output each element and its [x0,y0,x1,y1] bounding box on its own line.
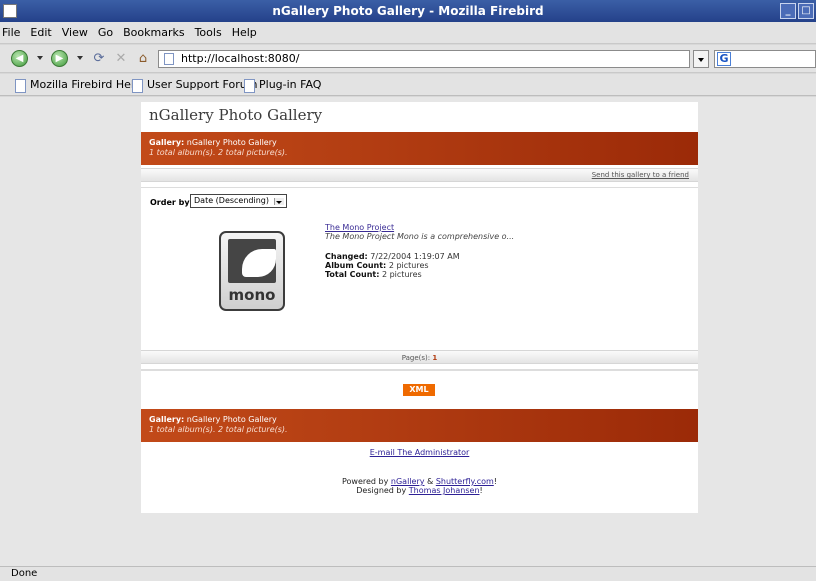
order-by-label: Order by: [150,198,193,207]
gallery-page: nGallery Photo Gallery Gallery: nGallery… [141,102,698,513]
maximize-icon[interactable]: □ [798,3,814,19]
menu-bookmarks[interactable]: Bookmarks [118,22,189,44]
total-count: Total Count: 2 pictures [325,270,422,279]
gallery-summary: 1 total album(s). 2 total picture(s). [149,148,288,157]
powered-suffix: ! [493,477,497,486]
album-count-value: 2 pictures [388,261,429,270]
divider [141,369,698,371]
pages-label: Page(s): [401,354,431,362]
album-title-link[interactable]: The Mono Project [325,223,394,232]
site-title: nGallery Photo Gallery [149,106,323,124]
google-search-icon: G [717,52,731,66]
menu-view[interactable]: View [57,22,93,44]
footer-gallery-summary: 1 total album(s). 2 total picture(s). [149,425,288,434]
send-stripe: Send this gallery to a friend [141,168,698,182]
powered-by: Powered by nGallery & Shutterfly.com! [141,477,698,486]
gallery-label: Gallery: [149,138,185,147]
menu-tools[interactable]: Tools [190,22,227,44]
menu-file[interactable]: File [0,22,25,44]
back-dropdown-icon[interactable] [37,56,43,60]
window-menu-icon[interactable] [3,4,17,18]
home-icon[interactable]: ⌂ [134,50,152,68]
bookmark-firebird-help[interactable]: Mozilla Firebird Help [14,77,141,93]
menu-edit[interactable]: Edit [25,22,56,44]
pagination-stripe: Page(s): 1 [141,350,698,364]
email-administrator-link[interactable]: E-mail The Administrator [141,448,698,457]
send-to-friend-link[interactable]: Send this gallery to a friend [592,169,689,182]
stop-icon[interactable]: ✕ [112,50,130,68]
minimize-icon[interactable]: _ [780,3,796,19]
window-title: nGallery Photo Gallery - Mozilla Firebir… [272,4,544,18]
gallery-footer-band: Gallery: nGallery Photo Gallery 1 total … [141,409,698,442]
bookmark-plugin-faq[interactable]: Plug-in FAQ [243,77,321,93]
address-dropdown-icon[interactable] [693,50,709,68]
album-thumbnail[interactable]: mono [219,231,285,311]
address-text: http://localhost:8080/ [181,52,300,65]
xml-feed-button[interactable]: XML [403,384,435,396]
page-icon [164,53,174,65]
changed-label: Changed: [325,252,368,261]
order-by-select[interactable]: Date (Descending) [190,194,287,208]
pagination: Page(s): 1 [141,352,698,365]
navigation-toolbar: ◀ ▶ ⟳ ✕ ⌂ http://localhost:8080/ G [0,45,816,73]
album-changed: Changed: 7/22/2004 1:19:07 AM [325,252,460,261]
address-input[interactable]: http://localhost:8080/ [158,50,690,68]
album-count: Album Count: 2 pictures [325,261,429,270]
bookmark-user-support-forum[interactable]: User Support Forum [131,77,257,93]
powered-amp: & [427,477,434,486]
page-1-link[interactable]: 1 [432,354,437,362]
chevron-down-icon [276,201,282,204]
bookmarks-toolbar: Mozilla Firebird Help User Support Forum… [0,74,816,96]
gallery-header-band: Gallery: nGallery Photo Gallery 1 total … [141,132,698,165]
menu-help[interactable]: Help [227,22,262,44]
mono-logo-text: mono [228,286,276,304]
shutterfly-link[interactable]: Shutterfly.com [436,477,494,486]
album-count-label: Album Count: [325,261,387,270]
forward-dropdown-icon[interactable] [77,56,83,60]
designer-link[interactable]: Thomas Johansen [409,486,480,495]
footer-gallery-name: nGallery Photo Gallery [186,415,277,424]
ngallery-link[interactable]: nGallery [391,477,425,486]
mono-logo-icon [228,239,276,283]
status-bar: Done [0,566,816,581]
search-input[interactable]: G [714,50,816,68]
forward-icon[interactable]: ▶ [51,50,68,67]
menu-go[interactable]: Go [93,22,118,44]
gallery-name: nGallery Photo Gallery [186,138,277,147]
page-viewport: nGallery Photo Gallery Gallery: nGallery… [0,97,816,566]
order-by-value: Date (Descending) [194,196,269,205]
designed-by: Designed by Thomas Johansen! [141,486,698,495]
album-description: The Mono Project Mono is a comprehensive… [325,232,515,241]
browser-window: nGallery Photo Gallery - Mozilla Firebir… [0,0,816,581]
designed-suffix: ! [479,486,483,495]
title-bar: nGallery Photo Gallery - Mozilla Firebir… [0,0,816,22]
total-count-label: Total Count: [325,270,380,279]
back-icon[interactable]: ◀ [11,50,28,67]
total-count-value: 2 pictures [381,270,422,279]
status-text: Done [11,568,38,579]
footer-gallery-label: Gallery: [149,415,185,424]
menu-bar: File Edit View Go Bookmarks Tools Help [0,22,816,44]
divider [141,187,698,188]
reload-icon[interactable]: ⟳ [90,50,108,68]
changed-value: 7/22/2004 1:19:07 AM [370,252,460,261]
powered-prefix: Powered by [341,477,389,486]
designed-prefix: Designed by [356,486,407,495]
